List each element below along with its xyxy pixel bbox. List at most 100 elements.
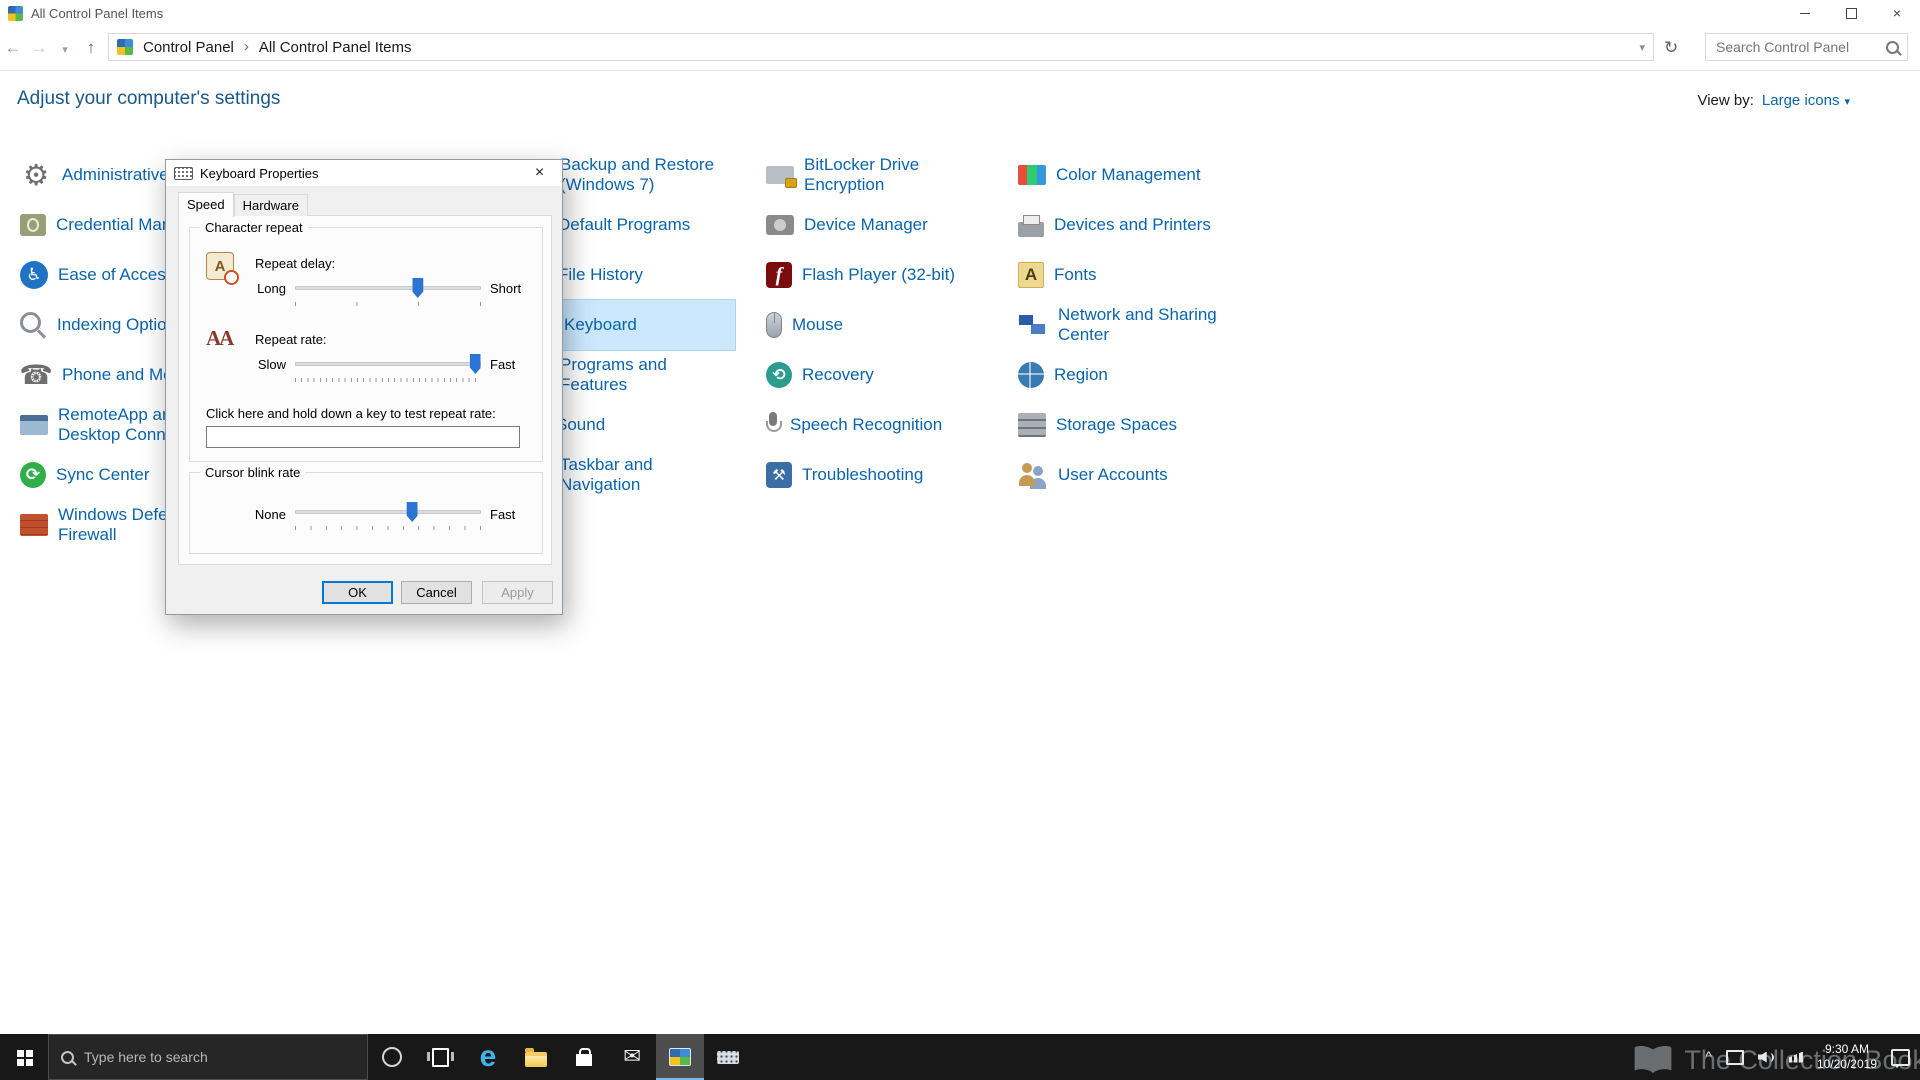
control-panel-item[interactable]: Fonts <box>1018 250 1224 300</box>
repeat-rate-test-input[interactable] <box>206 426 520 448</box>
keyboard-icon <box>717 1050 739 1064</box>
store-button[interactable] <box>560 1034 608 1080</box>
group-label: Character repeat <box>200 220 308 235</box>
close-button[interactable]: × <box>1874 0 1920 26</box>
task-view-icon <box>426 1047 454 1067</box>
item-label: Devices and Printers <box>1054 215 1211 234</box>
slider-track[interactable] <box>295 510 481 514</box>
file-explorer-button[interactable] <box>512 1034 560 1080</box>
forward-icon[interactable] <box>26 38 52 58</box>
system-tray: 9:30 AM 10/20/2019 <box>1705 1034 1920 1080</box>
control-panel-item[interactable]: Device Manager <box>766 200 1010 250</box>
edge-button[interactable] <box>464 1034 512 1080</box>
control-panel-icon <box>669 1048 691 1066</box>
action-center-icon[interactable] <box>1891 1048 1910 1068</box>
devices-and-printers-icon <box>1018 214 1044 237</box>
tab-hardware[interactable]: Hardware <box>233 194 308 216</box>
page-title: Adjust your computer's settings <box>17 88 281 109</box>
title-bar: All Control Panel Items × <box>0 0 1920 26</box>
minimize-button[interactable] <box>1782 0 1828 26</box>
network-icon[interactable] <box>1788 1051 1803 1063</box>
caption-buttons: × <box>1782 0 1920 26</box>
slider-track[interactable] <box>295 362 481 366</box>
repeat-delay-slider[interactable] <box>295 278 481 308</box>
storage-spaces-icon <box>1018 413 1046 437</box>
caret-down-icon <box>1844 92 1850 109</box>
repeat-rate-slider[interactable] <box>295 354 481 384</box>
mail-button[interactable] <box>608 1034 656 1080</box>
item-label: Keyboard <box>564 315 637 334</box>
view-by-dropdown[interactable]: Large icons <box>1762 92 1850 109</box>
repeat-rate-min-label: Slow <box>257 357 286 372</box>
repeat-rate-max-label: Fast <box>490 357 516 372</box>
cursor-blink-slider-thumb[interactable] <box>406 502 418 522</box>
control-panel-icon <box>117 39 133 55</box>
repeat-delay-slider-thumb[interactable] <box>412 278 424 298</box>
control-panel-item[interactable]: Network and Sharing Center <box>1018 300 1224 350</box>
back-icon[interactable] <box>0 38 26 58</box>
network-sharing-center-icon <box>1018 313 1048 337</box>
item-label: Programs and Features <box>560 355 667 394</box>
control-panel-item[interactable]: User Accounts <box>1018 450 1224 500</box>
items-column-d: BitLocker Drive Encryption Device Manage… <box>766 150 1010 500</box>
control-panel-item[interactable]: Troubleshooting <box>766 450 1010 500</box>
dialog-close-button[interactable]: × <box>517 160 562 186</box>
region-icon <box>1018 362 1044 388</box>
control-panel-taskbar-button[interactable] <box>656 1034 704 1080</box>
header-row: Adjust your computer's settings View by:… <box>0 84 1920 120</box>
start-button[interactable] <box>0 1034 48 1080</box>
control-panel-item[interactable]: Region <box>1018 350 1224 400</box>
repeat-delay-min-label: Long <box>257 281 286 296</box>
navigation-bar: Control Panel All Control Panel Items <box>0 26 1920 71</box>
items-column-e: Color Management Devices and Printers Fo… <box>1018 150 1224 500</box>
slider-track[interactable] <box>295 286 481 290</box>
cursor-blink-slider[interactable] <box>295 502 481 532</box>
up-icon[interactable] <box>78 38 104 58</box>
cortana-button[interactable] <box>368 1034 416 1080</box>
control-panel-item[interactable]: Flash Player (32-bit) <box>766 250 1010 300</box>
test-repeat-label: Click here and hold down a key to test r… <box>206 406 496 421</box>
repeat-rate-slider-thumb[interactable] <box>469 354 481 374</box>
keyboard-properties-dialog: Keyboard Properties × Speed Hardware Cha… <box>165 159 563 615</box>
view-by-label: View by: <box>1697 92 1754 109</box>
color-management-icon <box>1018 165 1046 185</box>
address-bar[interactable]: Control Panel All Control Panel Items <box>108 33 1654 61</box>
control-panel-item[interactable]: BitLocker Drive Encryption <box>766 150 1010 200</box>
taskbar-search[interactable]: Type here to search <box>48 1034 368 1080</box>
breadcrumb-control-panel[interactable]: Control Panel <box>143 39 234 56</box>
ok-button[interactable]: OK <box>322 581 393 604</box>
cancel-button[interactable]: Cancel <box>401 581 472 604</box>
file-explorer-icon <box>525 1047 547 1067</box>
item-label: Speech Recognition <box>790 415 943 434</box>
taskbar-clock: 9:30 AM 10/20/2019 <box>1817 1042 1877 1072</box>
display-tray-icon[interactable] <box>1725 1049 1744 1065</box>
control-panel-item[interactable]: Storage Spaces <box>1018 400 1224 450</box>
show-hidden-icons-button[interactable] <box>1705 1048 1712 1066</box>
control-panel-item[interactable]: Speech Recognition <box>766 400 1010 450</box>
speaker-icon[interactable] <box>1758 1051 1775 1064</box>
refresh-icon[interactable] <box>1664 38 1678 58</box>
cursor-blink-max-label: Fast <box>490 507 516 522</box>
slider-ticks <box>295 302 481 306</box>
keyboard-properties-taskbar-button[interactable] <box>704 1034 752 1080</box>
control-panel-icon <box>8 5 23 21</box>
search-input[interactable] <box>1714 38 1886 56</box>
repeat-rate-label: Repeat rate: <box>255 332 327 347</box>
dialog-title: Keyboard Properties <box>200 165 319 181</box>
control-panel-item[interactable]: Mouse <box>766 300 1010 350</box>
tab-speed[interactable]: Speed <box>178 192 234 217</box>
control-panel-item[interactable]: Color Management <box>1018 150 1224 200</box>
control-panel-item[interactable]: Devices and Printers <box>1018 200 1224 250</box>
task-view-button[interactable] <box>416 1034 464 1080</box>
repeat-delay-icon <box>206 252 239 285</box>
cortana-icon <box>382 1047 402 1067</box>
flash-player-icon <box>766 262 792 288</box>
recovery-icon <box>766 362 792 388</box>
address-dropdown-icon[interactable] <box>1639 38 1645 56</box>
control-panel-item[interactable]: Recovery <box>766 350 1010 400</box>
search-box[interactable] <box>1705 33 1908 61</box>
breadcrumb-current[interactable]: All Control Panel Items <box>259 39 412 56</box>
cursor-blink-min-label: None <box>254 507 286 522</box>
recent-locations-icon[interactable] <box>52 38 78 58</box>
maximize-button[interactable] <box>1828 0 1874 26</box>
